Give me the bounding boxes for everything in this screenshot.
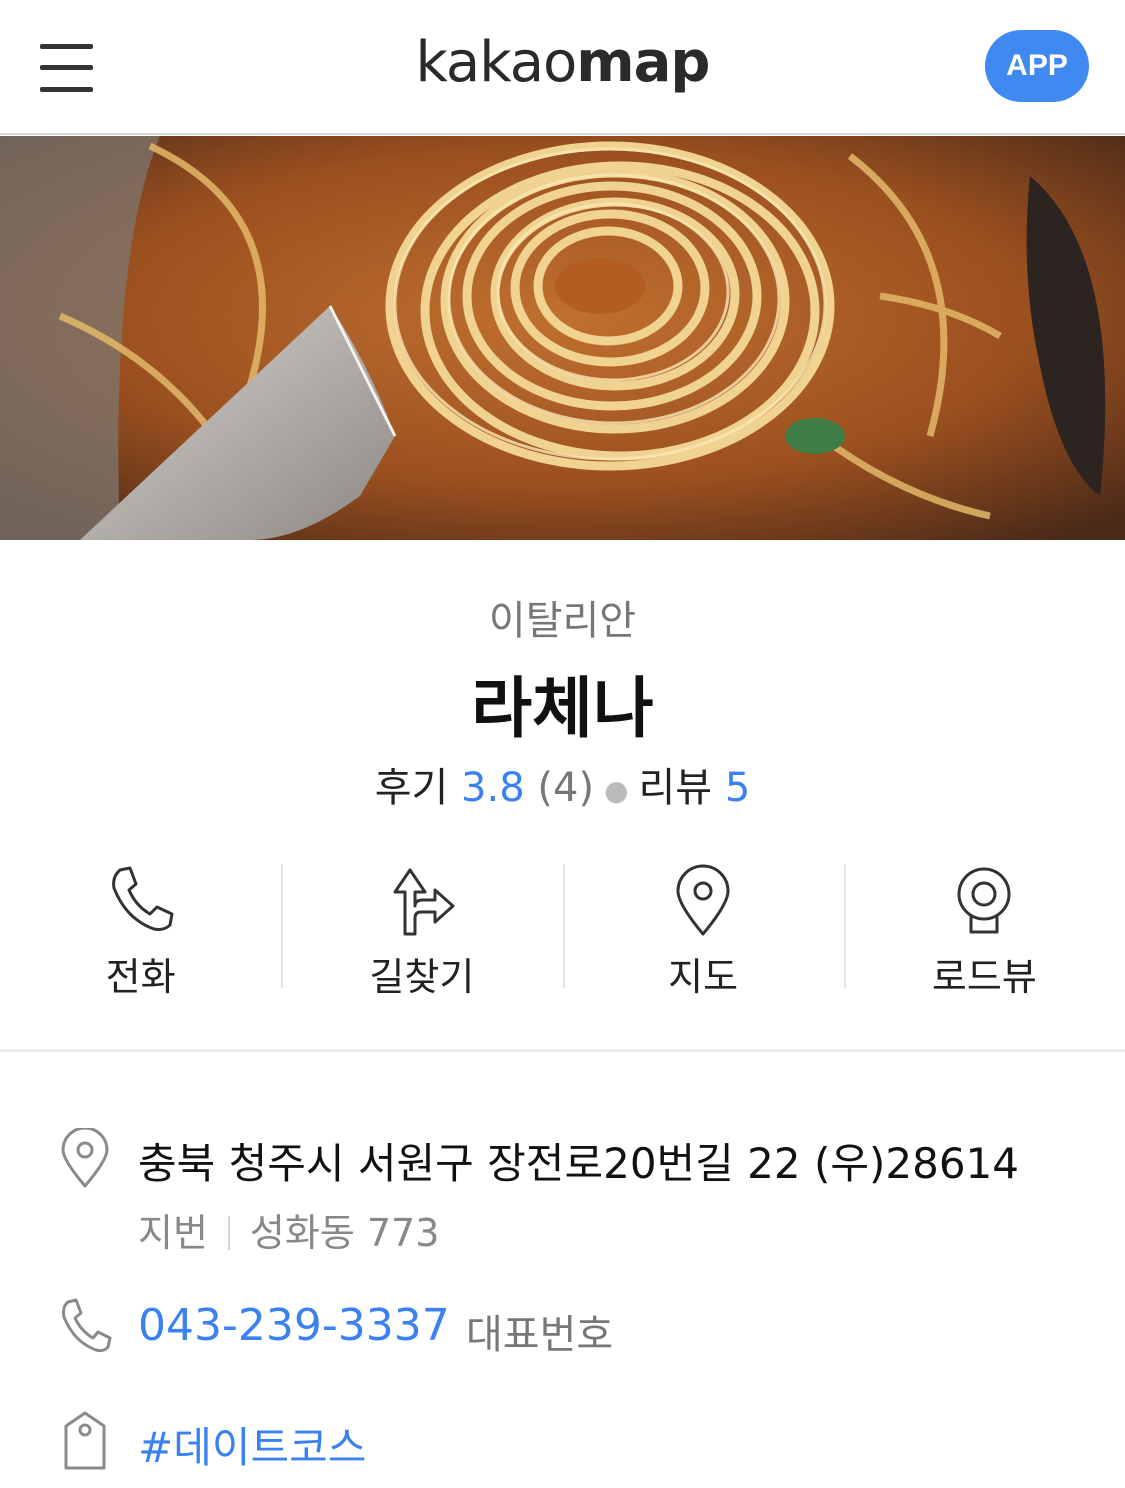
lot-separator [227,1216,230,1250]
pasta-photo-illustration [0,136,1125,540]
phone-number-link[interactable]: 043-239-3337 [138,1300,450,1351]
action-bar: 전화 길찾기 지도 로드뷰 [0,862,1125,999]
top-bar: kakaomap APP [0,0,1125,135]
directions-label: 길찾기 [369,955,475,999]
open-app-button[interactable]: APP [985,30,1089,102]
roadview-label: 로드뷰 [931,955,1037,999]
phone-icon [111,866,174,931]
map-pin-icon [676,864,730,936]
phone-type-label: 대표번호 [466,1312,614,1358]
call-label: 전화 [105,955,176,999]
kakaomap-logo[interactable]: kakaomap [0,30,1125,95]
section-divider [0,1049,1125,1052]
directions-button[interactable]: 길찾기 [281,862,562,999]
review-score[interactable]: 3.8 [461,765,525,811]
road-address: 충북 청주시 서원구 장전로20번길 22 (우)28614 [138,1139,1019,1188]
logo-text-kakao: kakao [415,30,577,95]
logo-text-map: map [576,30,710,95]
rating-row: 후기 3.8 (4) ● 리뷰 5 [0,755,1125,813]
map-button[interactable]: 지도 [562,862,844,999]
hashtag-link[interactable]: #데이트코스 [138,1414,366,1475]
blog-review-count[interactable]: 5 [725,765,750,811]
roadview-button[interactable]: 로드뷰 [843,862,1125,999]
place-name: 라체나 [471,670,654,747]
blog-review-label: 리뷰 [638,765,713,811]
lot-address-row: 지번 성화동 773 [138,1202,439,1257]
review-count: (4) [537,765,595,811]
tag-icon [64,1411,106,1470]
roadview-icon [957,867,1011,934]
place-photo[interactable] [0,136,1125,540]
map-label: 지도 [668,955,739,999]
lot-address: 성화동 773 [249,1211,440,1255]
phone-small-icon [62,1298,112,1353]
place-category: 이탈리안 [488,598,637,644]
lot-address-label: 지번 [138,1211,208,1255]
location-pin-icon [61,1128,109,1188]
directions-icon [393,868,455,936]
separator-dot: ● [604,773,629,807]
call-button[interactable]: 전화 [0,862,281,999]
review-label: 후기 [374,765,449,811]
